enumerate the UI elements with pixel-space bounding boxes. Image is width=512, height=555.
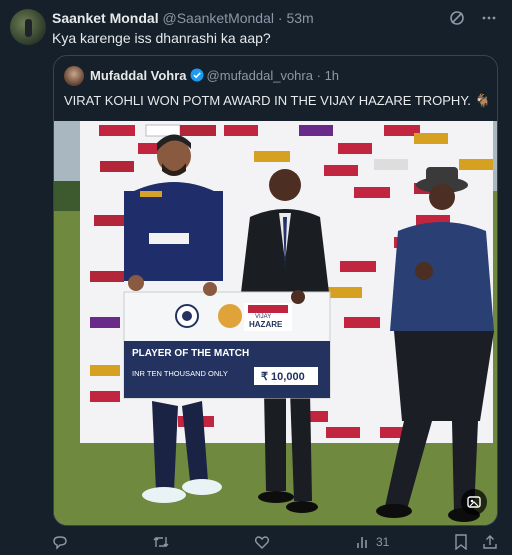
views-count: 31 xyxy=(376,535,390,549)
reply-button[interactable] xyxy=(52,534,68,550)
views-button[interactable]: 31 xyxy=(355,534,389,550)
board-amount-words: INR TEN THOUSAND ONLY xyxy=(132,369,228,378)
verified-badge-icon xyxy=(190,68,204,82)
board-amount: ₹ 10,000 xyxy=(261,371,305,383)
quote-author-avatar[interactable] xyxy=(64,66,84,86)
quote-header: Mufaddal Vohra @mufaddal_vohra · 1h xyxy=(90,68,339,84)
separator-dot: · xyxy=(277,10,283,26)
bookmark-button[interactable] xyxy=(454,534,468,550)
tweet-text: Kya karenge iss dhanrashi ka aap? xyxy=(52,30,271,46)
tweet[interactable]: Saanket Mondal @SaanketMondal · 53m Kya … xyxy=(0,0,512,555)
prize-cheque: VIJAY HAZARE PLAYER OF THE MATCH INR TEN… xyxy=(123,291,331,399)
grok-icon[interactable] xyxy=(448,9,466,27)
image-edit-icon xyxy=(467,496,481,508)
award-ceremony-photo: VIJAY HAZARE PLAYER OF THE MATCH INR TEN… xyxy=(54,121,497,525)
share-button[interactable] xyxy=(482,534,498,550)
quote-time[interactable]: 1h xyxy=(325,68,339,83)
tweet-top-icons xyxy=(448,9,498,27)
board-title: PLAYER OF THE MATCH xyxy=(132,348,249,359)
share-icon xyxy=(483,535,497,549)
tweet-actions: 31 xyxy=(52,533,500,551)
quoted-tweet[interactable]: Mufaddal Vohra @mufaddal_vohra · 1h VIRAT… xyxy=(53,55,498,526)
board-logo-text: HAZARE xyxy=(249,320,283,329)
tweet-time[interactable]: 53m xyxy=(286,10,313,26)
tweet-photo[interactable]: VIJAY HAZARE PLAYER OF THE MATCH INR TEN… xyxy=(54,121,497,525)
author-avatar[interactable] xyxy=(10,9,46,45)
tweet-header: Saanket Mondal @SaanketMondal · 53m xyxy=(52,9,314,27)
quote-separator-dot: · xyxy=(316,68,321,83)
quote-author-handle[interactable]: @mufaddal_vohra xyxy=(207,68,313,83)
photo-options-button[interactable] xyxy=(461,489,487,515)
like-button[interactable] xyxy=(254,534,270,550)
reply-icon xyxy=(53,536,67,550)
author-name[interactable]: Saanket Mondal xyxy=(52,10,159,26)
retweet-icon xyxy=(153,537,169,547)
quote-author-name[interactable]: Mufaddal Vohra xyxy=(90,68,187,83)
retweet-button[interactable] xyxy=(152,534,170,550)
heart-icon xyxy=(254,536,270,549)
views-chart-icon xyxy=(357,537,367,548)
more-icon[interactable] xyxy=(480,9,498,27)
quote-text: VIRAT KOHLI WON POTM AWARD IN THE VIJAY … xyxy=(64,93,491,108)
bookmark-icon xyxy=(455,534,467,550)
author-handle[interactable]: @SaanketMondal xyxy=(162,10,274,26)
